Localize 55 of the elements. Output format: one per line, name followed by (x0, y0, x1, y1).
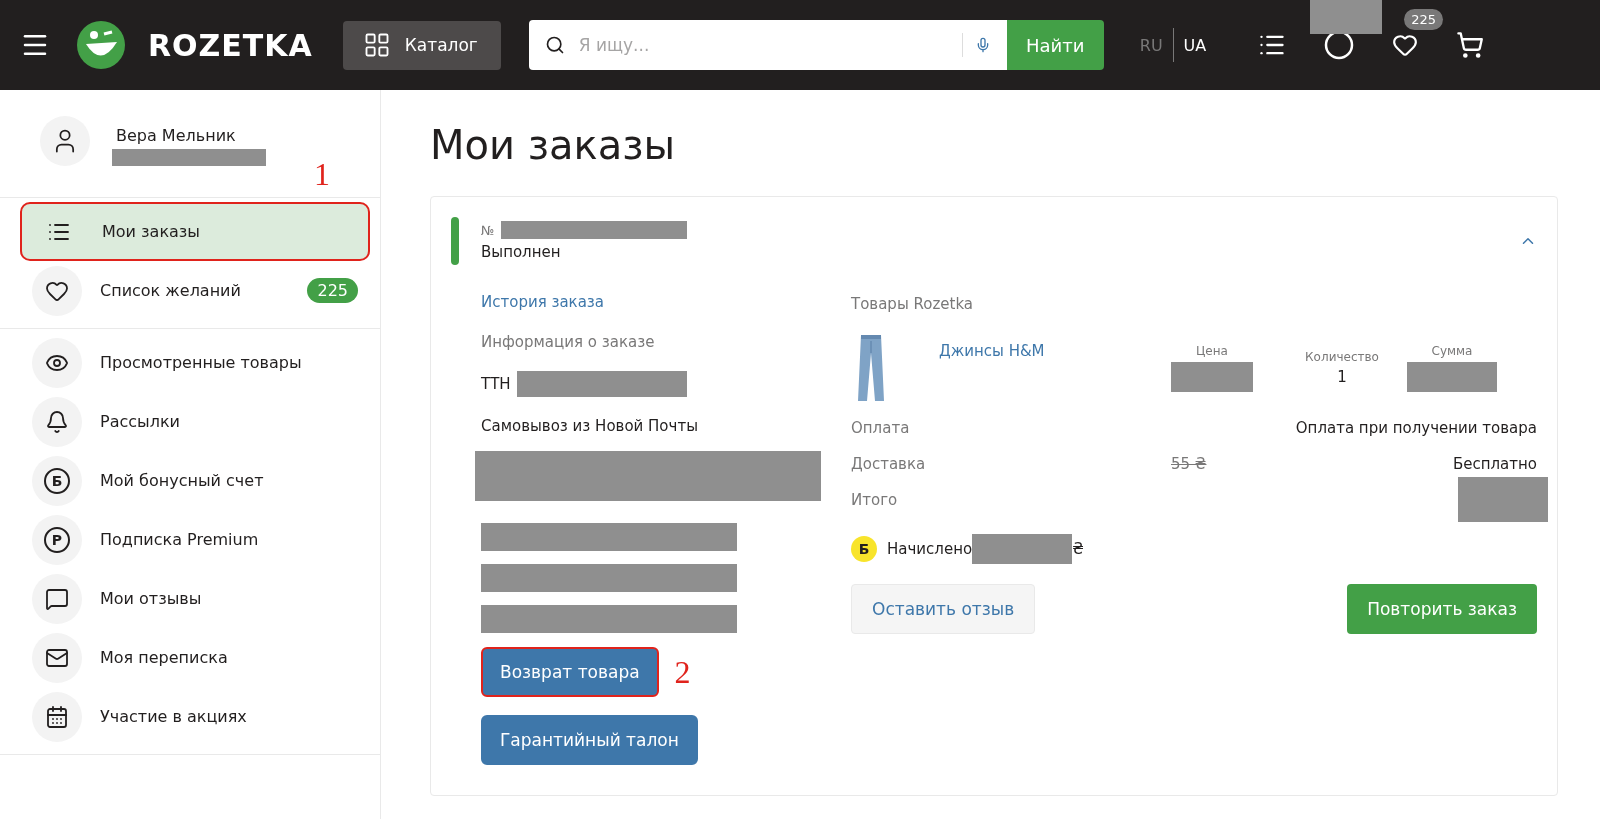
delivery-label: Доставка (851, 455, 927, 473)
sidebar-item[interactable]: Мои заказы (20, 202, 370, 261)
sum-label: Сумма (1431, 344, 1473, 358)
sidebar-item[interactable]: Список желаний 225 (20, 261, 370, 320)
search-icon (544, 35, 565, 55)
number-sign: № (481, 222, 495, 238)
calendar-icon (45, 704, 69, 729)
wishlist-count: 225 (1404, 9, 1444, 30)
page-title: Мои заказы (430, 122, 676, 168)
cart-icon[interactable] (1456, 31, 1485, 59)
order-status: Выполнен (481, 243, 562, 261)
action-button[interactable]: Возврат товара (481, 647, 659, 697)
total-label: Итого (851, 490, 898, 509)
sidebar-item[interactable]: Р Подписка Premium (20, 510, 370, 569)
search-box[interactable]: Я ищу... (528, 20, 1007, 70)
annotation-number: 2 (674, 653, 691, 691)
info-heading: Информация о заказе (481, 333, 656, 351)
sidebar-item[interactable]: Рассылки (20, 392, 370, 451)
bonus-icon: Б (851, 536, 877, 562)
sidebar-item[interactable]: Б Мой бонусный счет (20, 451, 370, 510)
catalog-button[interactable]: Каталог (342, 20, 501, 70)
language-option[interactable]: RU (1129, 35, 1173, 55)
history-link[interactable]: История заказа (481, 293, 851, 311)
bonus-label: Начислено (887, 540, 973, 558)
smiley-logo-icon (76, 20, 126, 70)
heart-icon[interactable] (1392, 32, 1419, 58)
payment-label: Оплата (851, 419, 910, 437)
user-name: Вера Мельник (116, 126, 237, 145)
language-option[interactable]: UA (1173, 35, 1217, 55)
bell-icon (45, 409, 69, 434)
review-button[interactable]: Оставить отзыв (851, 584, 1036, 634)
count-badge: 225 (307, 278, 358, 303)
sidebar-item[interactable]: Мои отзывы (20, 569, 370, 628)
payment-value: Оплата при получении товара (1295, 419, 1537, 437)
action-button[interactable]: Гарантийный талон (481, 715, 698, 765)
delivery-value: Бесплатно (1452, 455, 1537, 473)
avatar (40, 116, 90, 166)
quantity-value: 1 (1337, 368, 1347, 386)
currency-sign: ₴ (1072, 540, 1084, 558)
status-bar (451, 217, 459, 265)
quantity-label: Количество (1305, 350, 1379, 364)
old-delivery-price: 55 ₴ (1171, 455, 1207, 473)
product-link[interactable]: Джинсы H&M (939, 342, 1045, 360)
message-icon (45, 586, 69, 611)
coin-icon: Р (44, 526, 70, 553)
seller-name: Товары Rozetka (851, 295, 975, 313)
ttn-label: ТТН (481, 375, 511, 393)
delivery-method: Самовывоз из Новой Почты (481, 417, 699, 435)
price-label: Цена (1196, 344, 1228, 358)
coin-icon: Б (44, 467, 70, 494)
sidebar-item[interactable]: Участие в акциях (20, 687, 370, 746)
annotation-number: 1 (314, 156, 330, 193)
sidebar-item[interactable]: Моя переписка (20, 628, 370, 687)
sidebar-item[interactable]: Просмотренные товары (20, 333, 370, 392)
logo-text: ROZETKA (148, 27, 313, 63)
